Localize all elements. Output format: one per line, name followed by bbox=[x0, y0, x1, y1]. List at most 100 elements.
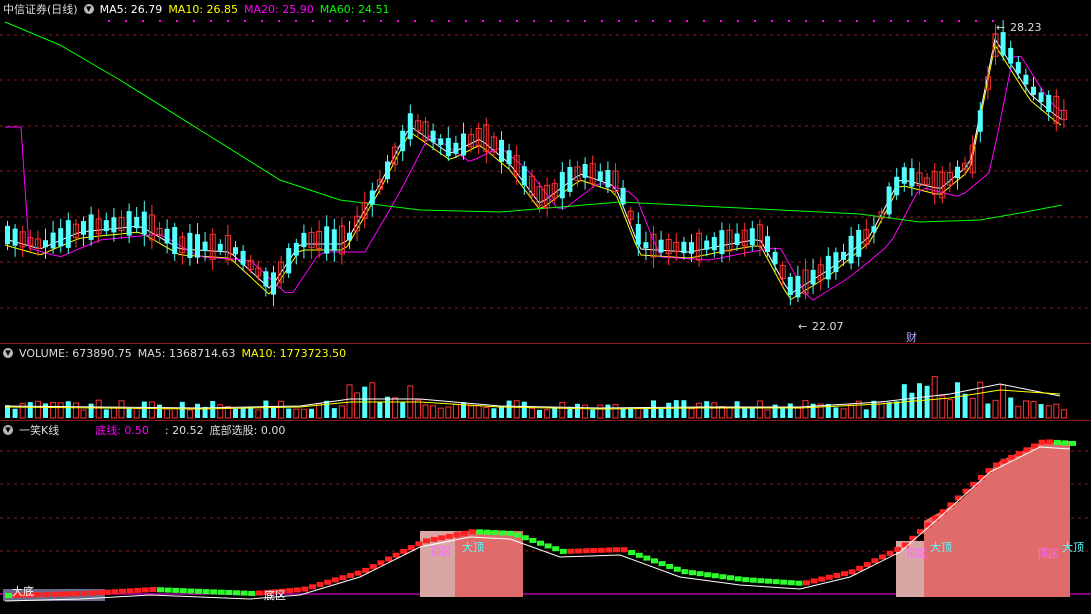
marker-dot bbox=[958, 20, 960, 22]
volume-bar bbox=[513, 400, 520, 419]
indicator-step bbox=[392, 552, 400, 558]
candle-body bbox=[955, 166, 960, 179]
price-panel[interactable]: 中信证券(日线) ▾ MA5: 26.79 MA10: 26.85 MA20: … bbox=[0, 0, 1091, 344]
marker-dot bbox=[873, 20, 875, 22]
volume-bar bbox=[468, 405, 475, 419]
big-bottom-tag: 大底 bbox=[12, 585, 34, 598]
volume-bar bbox=[217, 404, 224, 419]
indicator-step bbox=[499, 530, 506, 536]
volume-bar bbox=[437, 407, 444, 419]
indicator-step bbox=[73, 591, 81, 597]
marker-dot bbox=[448, 20, 450, 22]
indicator-step bbox=[293, 587, 301, 593]
indicator-step bbox=[1015, 451, 1023, 457]
candle-body bbox=[795, 275, 801, 298]
marker-dot bbox=[686, 20, 688, 22]
volume-bar bbox=[1030, 401, 1037, 419]
indicator-step bbox=[559, 548, 567, 554]
indicator-step bbox=[96, 590, 104, 596]
candle-body bbox=[749, 228, 755, 246]
marker-dot bbox=[482, 20, 484, 22]
volume-bar bbox=[955, 382, 960, 418]
marker-dot bbox=[227, 20, 229, 22]
candle-body bbox=[50, 232, 56, 249]
volume-bar bbox=[118, 400, 125, 419]
volume-bar bbox=[248, 407, 254, 418]
candle-body bbox=[848, 235, 854, 264]
indicator-step bbox=[111, 589, 119, 595]
price-chart[interactable] bbox=[0, 0, 1091, 343]
candle-body bbox=[12, 228, 18, 246]
indicator-step bbox=[126, 588, 134, 594]
volume-bar bbox=[1022, 400, 1029, 419]
candle-body bbox=[240, 250, 246, 265]
volume-bar bbox=[133, 408, 140, 419]
candle-body bbox=[65, 220, 71, 248]
indicator-step bbox=[567, 548, 575, 554]
volume-bar bbox=[612, 404, 619, 419]
volume-bar bbox=[528, 407, 535, 419]
volume-bar bbox=[369, 382, 376, 419]
marker-dot bbox=[550, 20, 552, 22]
indicator-step bbox=[1031, 443, 1038, 449]
volume-bar bbox=[19, 402, 26, 419]
volume-bar bbox=[901, 384, 907, 418]
indicator-step bbox=[43, 591, 50, 597]
volume-bar bbox=[422, 404, 429, 419]
indicator-step bbox=[590, 547, 598, 553]
indicator-step bbox=[757, 578, 765, 584]
indicator-step bbox=[575, 548, 582, 554]
candle-body bbox=[605, 169, 611, 188]
candle-body bbox=[704, 240, 710, 250]
volume-bar bbox=[309, 408, 314, 418]
indicator-step bbox=[514, 532, 522, 538]
candle-body bbox=[825, 255, 831, 280]
volume-bar bbox=[840, 408, 847, 419]
indicator-step bbox=[430, 536, 438, 542]
volume-bar bbox=[414, 399, 421, 419]
candle-body bbox=[301, 232, 307, 248]
volume-bar bbox=[863, 409, 869, 418]
indicator-step bbox=[544, 543, 552, 549]
volume-panel[interactable]: ▾ VOLUME: 673890.75 MA5: 1368714.63 MA10… bbox=[0, 344, 1091, 420]
marker-dot bbox=[295, 20, 297, 22]
indicator-step bbox=[248, 590, 256, 596]
indicator-step bbox=[1046, 439, 1054, 445]
big-top-tag-1: 大顶 bbox=[462, 541, 484, 554]
volume-bar bbox=[931, 376, 938, 419]
indicator-step bbox=[445, 533, 453, 539]
candle-body bbox=[909, 168, 915, 187]
indicator-chart[interactable] bbox=[0, 421, 1091, 614]
indicator-step bbox=[103, 589, 111, 595]
volume-bar bbox=[499, 405, 504, 418]
candle-body bbox=[841, 251, 846, 260]
volume-bar bbox=[764, 409, 771, 419]
indicator-step bbox=[453, 532, 461, 538]
candle-body bbox=[1008, 47, 1014, 64]
volume-bar bbox=[871, 400, 877, 418]
candle-body bbox=[620, 187, 626, 205]
marker-dot bbox=[533, 20, 535, 22]
volume-bar bbox=[50, 401, 57, 419]
volume-bar bbox=[544, 409, 551, 419]
volume-chart[interactable] bbox=[0, 344, 1091, 420]
indicator-step bbox=[666, 563, 674, 569]
indicator-step bbox=[149, 587, 157, 593]
indicator-step bbox=[461, 530, 468, 536]
candle-body bbox=[567, 166, 573, 192]
volume-bar bbox=[787, 403, 793, 418]
indicator-step bbox=[635, 552, 643, 558]
candle-body bbox=[445, 137, 451, 157]
candle-body bbox=[635, 224, 641, 245]
indicator-panel[interactable]: ▾ 一笑K线 底线: 0.50 : 20.52 底部选股: 0.00 大底 底区… bbox=[0, 421, 1091, 614]
volume-bar bbox=[324, 400, 330, 418]
top-zone-tag-1: 顶区 bbox=[430, 545, 452, 558]
indicator-step bbox=[871, 558, 879, 564]
volume-bar bbox=[12, 408, 18, 418]
candle-body bbox=[43, 240, 48, 248]
indicator-step bbox=[1053, 439, 1061, 445]
marker-dot bbox=[992, 20, 994, 22]
indicator-step bbox=[339, 575, 347, 581]
top-zone-tag-2: 顶区 bbox=[906, 547, 928, 560]
volume-bar bbox=[331, 408, 337, 418]
